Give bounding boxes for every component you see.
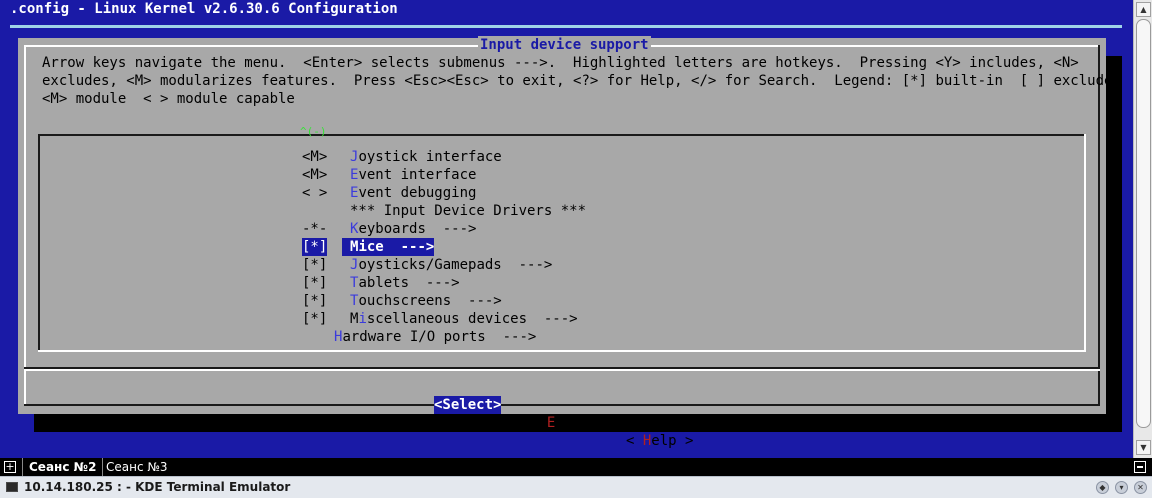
window-title: 10.14.180.25 : - KDE Terminal Emulator [24,480,291,494]
help-button-bracket: < [626,433,643,449]
menu-item-text: vent interface [358,167,477,183]
menu-item-mark: [*] [302,275,328,291]
menu-item-text: ice ---> [358,239,435,255]
menu-item-mark: [*] [302,311,328,327]
button-separator [24,369,1100,371]
menu-item-mark: < > [302,185,328,201]
menu-item-mark: [*] [302,257,328,273]
help-text: Arrow keys navigate the menu. <Enter> se… [42,55,1121,107]
help-button[interactable]: < Help > [626,432,693,450]
menu-item-mark: [*] [302,238,328,256]
menu-item-text: *** Input Device Drivers *** [350,203,587,219]
scroll-up-arrow-icon[interactable]: ▲ [1136,2,1151,17]
minimize-icon[interactable]: ▾ [1115,481,1128,494]
menu-item-label: Tablets ---> [350,274,460,292]
help-button-label: elp > [651,433,694,449]
menu-item-text: eyboards ---> [358,221,477,237]
terminal-scrollbar[interactable]: ▲ ▼ [1133,0,1152,458]
list-border-left [38,134,40,352]
dialog-title: Input device support [478,36,651,54]
menu-item-mark: [*] [302,293,328,309]
terminal-app-icon [6,482,18,492]
menu-item-label: Hardware I/O ports ---> [334,328,536,346]
close-tab-icon[interactable] [1134,461,1146,473]
window-titlebar[interactable]: 10.14.180.25 : - KDE Terminal Emulator ◆… [0,476,1152,498]
title-underline [10,25,1122,28]
menu-item-label: Mice ---> [342,238,435,256]
select-button[interactable]: <Select> [434,396,502,414]
menu-item-label: Joysticks/Gamepads ---> [350,256,552,274]
menu-item-text: ardware I/O ports ---> [342,329,537,345]
list-border-top [38,134,1086,136]
tab-session-3[interactable]: Сеанс №3 [100,458,174,476]
menu-item-label: Miscellaneous devices ---> [350,310,578,328]
menu-item-mark: <M> [302,167,328,183]
menu-item-label: Event debugging [350,184,476,202]
menu-item-text: vent debugging [358,185,477,201]
terminal-screen[interactable]: .config - Linux Kernel v2.6.30.6 Configu… [0,0,1133,458]
menu-item-text: oysticks/Gamepads ---> [358,257,553,273]
menu-item-label: Touchscreens ---> [350,292,502,310]
menu-item-label: Event interface [350,166,476,184]
keep-above-icon[interactable]: ◆ [1096,481,1109,494]
list-border-right [1084,134,1086,352]
scrollbar-thumb[interactable] [1136,19,1151,428]
session-tab-bar: + Сеанс №2 Сеанс №3 [0,458,1152,476]
menu-item-text: scellaneous devices ---> [366,311,578,327]
menu-item-text: ablets ---> [358,275,460,291]
menu-list-box: ^(-) <M> Joystick interface <M> Event inter… [38,126,1086,352]
menu-item-hotkey: i [358,311,367,327]
menu-item-text: oystick interface [358,149,502,165]
tab-session-2[interactable]: Сеанс №2 [22,458,104,476]
exit-button[interactable]: < Exit > [530,414,597,432]
menuconfig-dialog: Input device support Arrow keys navigate… [18,36,1121,449]
menu-item-label: Joystick interface [350,148,502,166]
menu-item-mark: -*- [302,221,328,237]
menu-item-label: *** Input Device Drivers *** [350,202,586,220]
close-window-icon[interactable]: ✕ [1134,481,1147,494]
list-border-bottom [38,350,1086,352]
menu-item-label: Keyboards ---> [350,220,476,238]
menu-item-text: ouchscreens ---> [358,293,502,309]
dialog-border-left [24,45,26,405]
exit-button-label: xit > [555,415,598,431]
scroll-down-arrow-icon[interactable]: ▼ [1136,440,1151,455]
exit-button-bracket: < [530,415,547,431]
config-title: .config - Linux Kernel v2.6.30.6 Configu… [10,1,398,17]
menu-item-mark: <M> [302,149,328,165]
scroll-indicator: ^(-) [300,125,327,138]
new-tab-icon[interactable]: + [4,461,16,473]
button-row: <Select> < Exit > < Help > [18,378,1106,468]
